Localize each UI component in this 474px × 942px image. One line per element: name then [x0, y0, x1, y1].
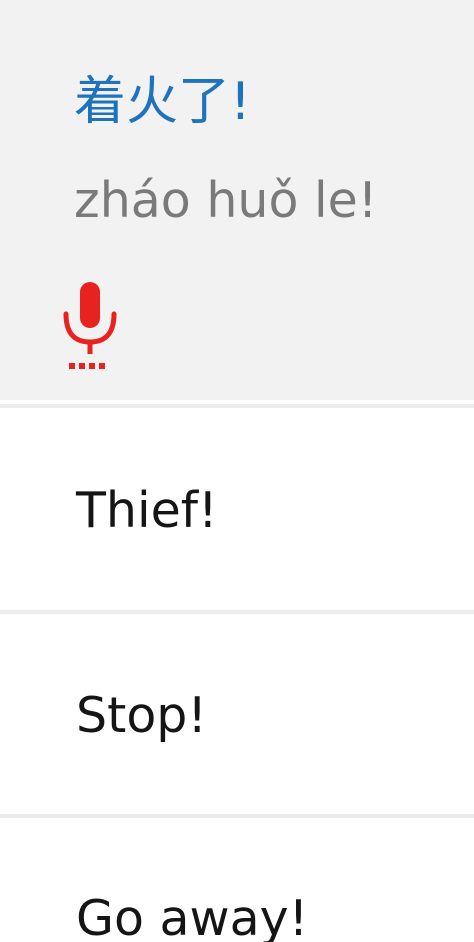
phrase-label: Go away! — [76, 890, 309, 942]
phrase-label: Thief! — [76, 482, 218, 539]
expanded-phrase-card[interactable]: 着火了! zháo huǒ le! — [0, 0, 474, 400]
phrase-pinyin-text: zháo huǒ le! — [74, 172, 378, 229]
phrase-chinese-text: 着火了! — [74, 72, 251, 132]
phrase-list-item[interactable]: Stop! — [0, 614, 474, 814]
phrase-list-item[interactable]: Thief! — [0, 408, 474, 610]
phrase-label: Stop! — [76, 687, 208, 744]
microphone-icon — [63, 282, 117, 369]
phrase-list-item[interactable]: Go away! — [0, 818, 474, 942]
record-voice-button[interactable] — [60, 282, 120, 376]
phrasebook-screen: 着火了! zháo huǒ le! Thief! Stop! Go away! — [0, 0, 474, 942]
